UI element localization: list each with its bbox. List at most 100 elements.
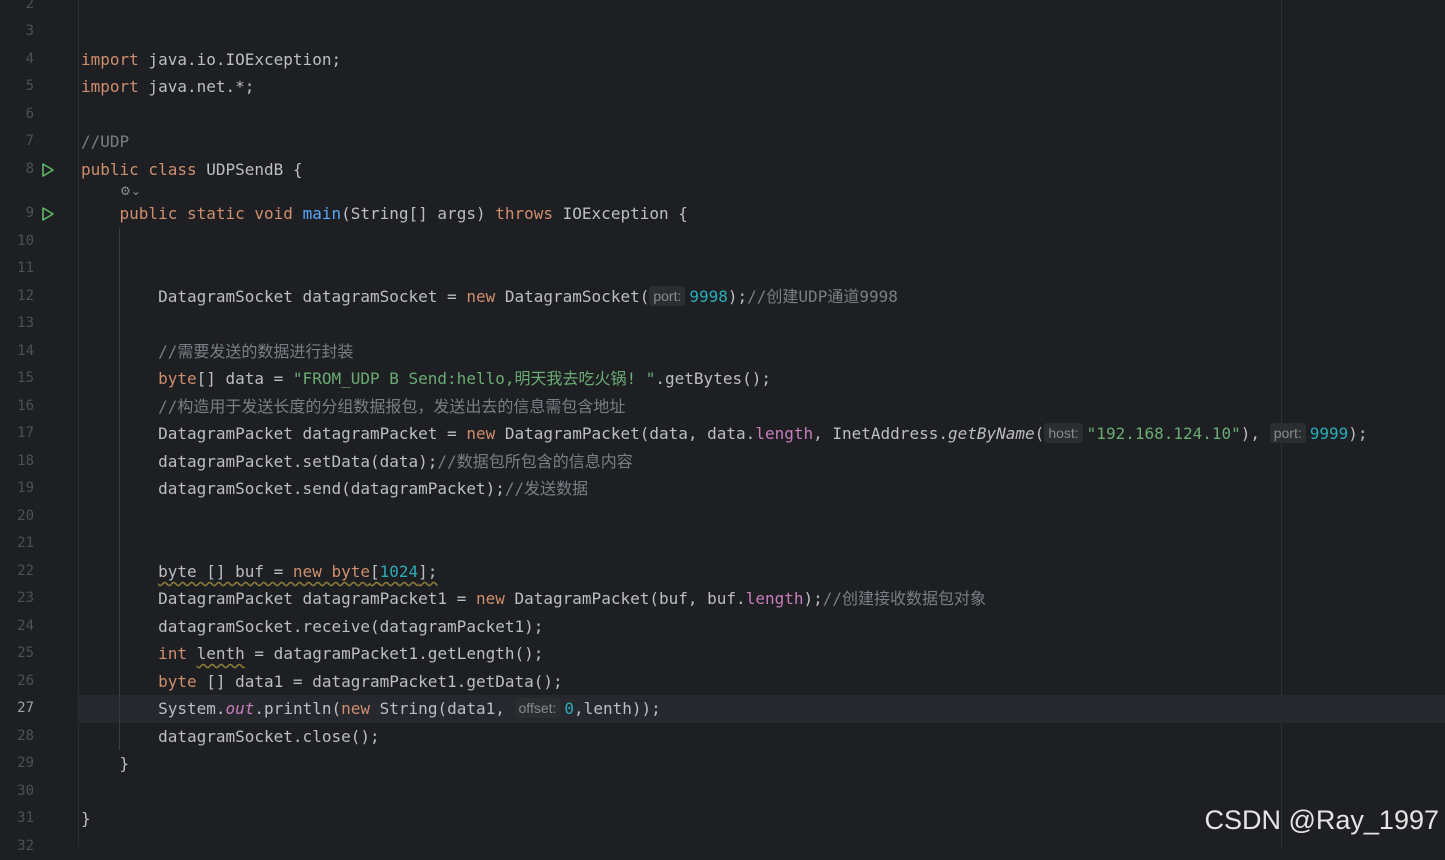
line-number: 21 [17,535,34,551]
code-line[interactable]: 19 datagramSocket.send(datagramPacket);/… [0,475,1445,502]
ai-assistant-icon[interactable]: ⚙⌄ [120,183,141,199]
code-token: 9999 [1309,424,1349,443]
line-number: 13 [17,315,34,331]
code-text: DatagramPacket datagramPacket1 = new Dat… [81,585,986,612]
code-token: } [81,754,130,773]
code-line[interactable]: 25 int lenth = datagramPacket1.getLength… [0,640,1445,667]
code-token: //创建接收数据包对象 [822,589,987,608]
code-line[interactable]: 5 import java.net.*; [0,73,1445,100]
code-line[interactable]: 11 [0,255,1445,282]
code-line[interactable]: 12 DatagramSocket datagramSocket = new D… [0,283,1445,310]
code-text: datagramPacket.setData(data);//数据包所包含的信息… [81,448,633,475]
code-text: datagramSocket.send(datagramPacket);//发送… [81,475,588,502]
code-token: //构造用于发送长度的分组数据报包，发送出去的信息需包含地址 [158,397,626,416]
code-editor[interactable]: ⚙⌄ 2 3 4 import java.io.IOException; 5 import… [0,0,1445,854]
code-token: //发送数据 [504,479,589,498]
code-line[interactable]: 16 //构造用于发送长度的分组数据报包，发送出去的信息需包含地址 [0,393,1445,420]
code-line[interactable]: 17 DatagramPacket datagramPacket = new D… [0,420,1445,447]
code-token: java.io.IOException; [138,50,342,69]
code-token: 1024 [379,562,419,581]
code-token: length [745,589,804,608]
code-line[interactable]: 9 public static void main(String[] args)… [0,200,1445,227]
code-line[interactable]: 6 [0,101,1445,128]
code-line[interactable]: 15 byte[] data = "FROM_UDP B Send:hello,… [0,365,1445,392]
line-number: 14 [17,343,34,359]
code-text: byte [] data1 = datagramPacket1.getData(… [81,668,563,695]
line-number: 27 [17,700,34,716]
code-token: //需要发送的数据进行封装 [158,342,354,361]
code-text: import java.io.IOException; [81,46,341,73]
code-line[interactable]: 4 import java.io.IOException; [0,46,1445,73]
line-number: 28 [17,728,34,744]
code-line[interactable]: 23 DatagramPacket datagramPacket1 = new … [0,585,1445,612]
code-text: } [81,805,91,832]
line-number: 25 [17,645,34,661]
code-token: ); [1348,424,1368,443]
code-line[interactable]: 14 //需要发送的数据进行封装 [0,338,1445,365]
code-token: byte [158,672,197,691]
code-text: byte [] buf = new byte[1024]; [81,558,437,585]
code-line[interactable]: 20 [0,503,1445,530]
code-text: public class UDPSendB { [81,156,303,183]
code-token: DatagramPacket datagramPacket = [81,424,467,443]
code-line[interactable]: 27 System.out.println(new String(data1, … [0,695,1445,722]
code-line[interactable]: 7 //UDP [0,128,1445,155]
code-token: , InetAddress. [813,424,948,443]
code-line[interactable]: 10 [0,228,1445,255]
line-number: 23 [17,590,34,606]
code-token: .getBytes(); [655,369,771,388]
line-number: 15 [17,370,34,386]
code-token: [] data = [196,369,293,388]
code-line[interactable]: 28 datagramSocket.close(); [0,723,1445,750]
line-number: 2 [25,0,34,12]
code-text: DatagramPacket datagramPacket = new Data… [81,420,1368,447]
code-line[interactable]: 3 [0,18,1445,45]
code-token: byte [158,369,197,388]
code-text: System.out.println(new String(data1, off… [81,695,661,722]
code-line[interactable]: 30 [0,778,1445,805]
parameter-hint: port: [1269,423,1306,443]
code-token: //UDP [81,132,130,151]
code-token: 0 [564,699,575,718]
code-line[interactable]: 13 [0,310,1445,337]
code-line[interactable]: 26 byte [] data1 = datagramPacket1.getDa… [0,668,1445,695]
code-token: new [475,589,505,608]
code-token: "FROM_UDP B Send:hello,明天我去吃火锅! " [292,369,656,388]
code-line[interactable]: 18 datagramPacket.setData(data);//数据包所包含… [0,448,1445,475]
code-token: lenth [196,644,245,663]
code-text: } [81,750,130,777]
code-line[interactable]: 21 [0,530,1445,557]
code-token: .println( [254,699,342,718]
run-gutter-icon[interactable] [41,206,55,222]
code-token: = datagramPacket1.getLength(); [244,644,544,663]
parameter-hint: host: [1044,423,1083,443]
code-token: length [755,424,814,443]
code-token: new [466,424,496,443]
code-line[interactable]: 22 byte [] buf = new byte[1024]; [0,558,1445,585]
line-number: 4 [25,51,34,67]
code-line[interactable]: 24 datagramSocket.receive(datagramPacket… [0,613,1445,640]
code-line[interactable]: 8 public class UDPSendB { [0,156,1445,183]
run-gutter-icon[interactable] [41,162,55,178]
code-token: ,lenth)); [574,699,661,718]
code-token: DatagramPacket(buf, buf. [504,589,746,608]
code-text: int lenth = datagramPacket1.getLength(); [81,640,543,667]
line-number: 18 [17,453,34,469]
code-text: import java.net.*; [81,73,254,100]
code-token: [ [369,562,380,581]
code-token: //创建UDP通道9998 [747,287,898,306]
code-token: public static void [119,204,293,223]
code-line[interactable]: 29 } [0,750,1445,777]
code-token: IOException { [553,204,688,223]
line-number: 5 [25,78,34,94]
code-text: datagramSocket.close(); [81,723,380,750]
code-line[interactable]: 2 [0,0,1445,18]
code-token: datagramSocket.receive(datagramPacket1); [81,617,544,636]
